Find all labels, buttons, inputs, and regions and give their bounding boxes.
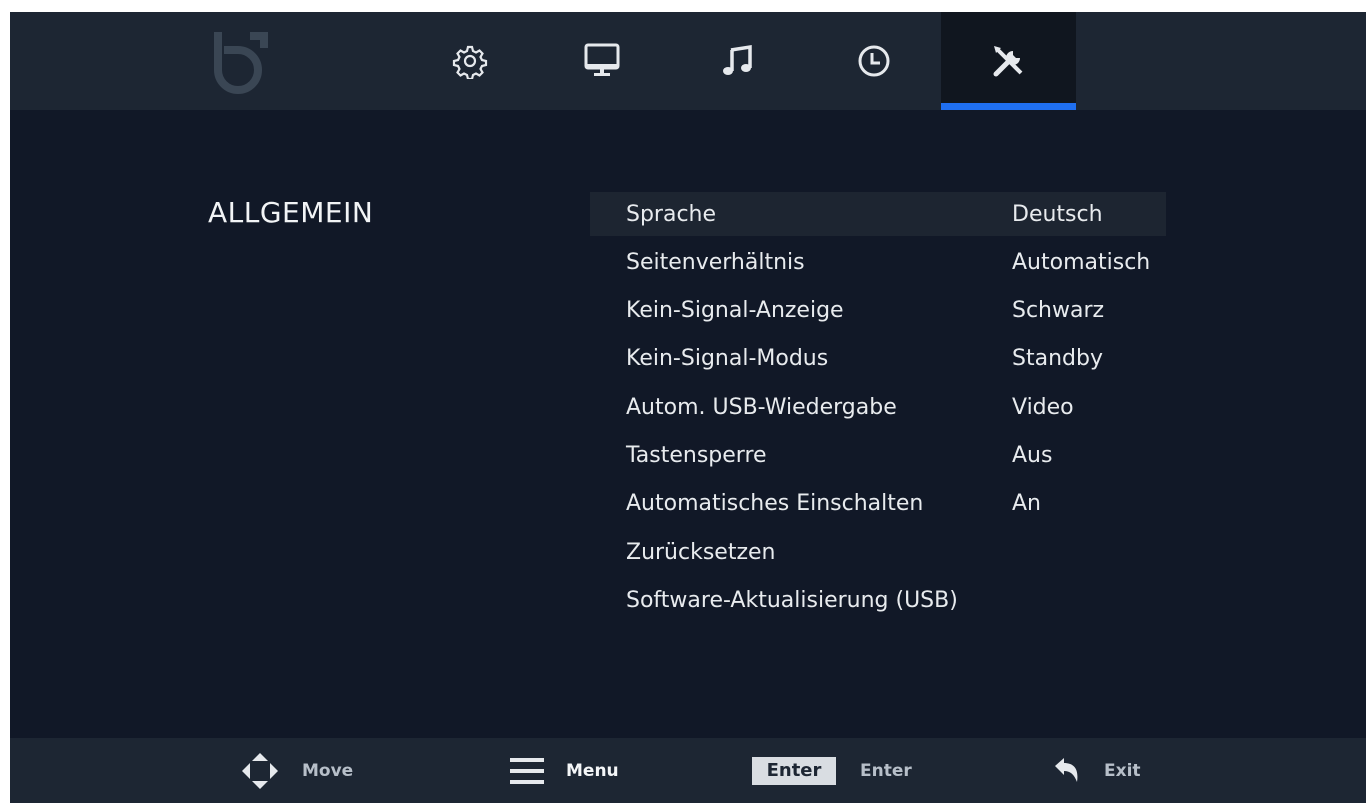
setting-label: Seitenverhältnis xyxy=(626,249,805,275)
setting-value: Schwarz xyxy=(1012,298,1105,324)
settings-list: Sprache Deutsch Seitenverhältnis Automat… xyxy=(590,192,1166,627)
hint-move: Move xyxy=(240,738,353,803)
setting-value: Deutsch xyxy=(1012,201,1103,227)
setting-label: Kein-Signal-Modus xyxy=(626,346,829,372)
tv-menu-screen: ALLGEMEIN Sprache Deutsch Seitenverhältn… xyxy=(10,12,1366,803)
settings-row-software-aktualisierung[interactable]: Software-Aktualisierung (USB) xyxy=(590,578,1166,622)
settings-panel: ALLGEMEIN Sprache Deutsch Seitenverhältn… xyxy=(10,110,1366,738)
tools-icon xyxy=(993,46,1022,77)
settings-row-tastensperre[interactable]: Tastensperre Aus xyxy=(590,433,1166,477)
hint-menu: Menu xyxy=(510,738,619,803)
hint-enter-label: Enter xyxy=(860,760,912,781)
setting-label: Tastensperre xyxy=(626,442,767,468)
setting-label: Software-Aktualisierung (USB) xyxy=(626,587,958,613)
brand-logo xyxy=(214,32,268,94)
music-note-icon xyxy=(722,44,752,75)
setting-value: Aus xyxy=(1012,442,1053,468)
dpad-icon xyxy=(242,752,278,789)
setting-value: Video xyxy=(1012,394,1074,420)
clock-icon xyxy=(858,45,889,77)
setting-label: Zurücksetzen xyxy=(626,539,776,565)
settings-row-sprache[interactable]: Sprache Deutsch xyxy=(590,192,1166,236)
setting-label: Automatisches Einschalten xyxy=(626,491,924,517)
top-nav-bar xyxy=(10,12,1366,110)
page-title: ALLGEMEIN xyxy=(208,196,374,229)
settings-row-zuruecksetzen[interactable]: Zurücksetzen xyxy=(590,530,1166,574)
setting-value: Automatisch xyxy=(1012,249,1151,275)
settings-row-autom-usb-wiedergabe[interactable]: Autom. USB-Wiedergabe Video xyxy=(590,385,1166,429)
tab-settings[interactable] xyxy=(402,12,537,110)
gear-icon xyxy=(452,45,487,79)
tab-picture[interactable] xyxy=(534,12,669,110)
footer-hint-bar: Move Menu Enter Enter Exit xyxy=(10,738,1366,803)
tab-tools[interactable] xyxy=(941,12,1076,110)
enter-key-badge: Enter xyxy=(752,756,836,785)
return-arrow-icon xyxy=(1055,757,1078,782)
setting-label: Sprache xyxy=(626,201,717,227)
tab-timer[interactable] xyxy=(806,12,941,110)
hint-enter: Enter Enter xyxy=(752,738,912,803)
settings-row-kein-signal-anzeige[interactable]: Kein-Signal-Anzeige Schwarz xyxy=(590,289,1166,333)
settings-row-kein-signal-modus[interactable]: Kein-Signal-Modus Standby xyxy=(590,337,1166,381)
hamburger-menu-icon xyxy=(510,757,544,784)
hint-move-label: Move xyxy=(302,760,354,781)
settings-row-seitenverhaeltnis[interactable]: Seitenverhältnis Automatisch xyxy=(590,240,1166,284)
hint-exit: Exit xyxy=(1052,738,1141,803)
setting-label: Autom. USB-Wiedergabe xyxy=(626,394,897,420)
active-tab-indicator xyxy=(941,103,1076,110)
setting-value: Standby xyxy=(1012,346,1103,372)
settings-row-automatisches-einschalten[interactable]: Automatisches Einschalten An xyxy=(590,482,1166,526)
tab-sound[interactable] xyxy=(670,12,805,110)
monitor-icon xyxy=(584,43,619,76)
hint-exit-label: Exit xyxy=(1104,760,1141,781)
hint-menu-label: Menu xyxy=(566,760,619,781)
setting-label: Kein-Signal-Anzeige xyxy=(626,298,844,324)
setting-value: An xyxy=(1012,491,1041,517)
